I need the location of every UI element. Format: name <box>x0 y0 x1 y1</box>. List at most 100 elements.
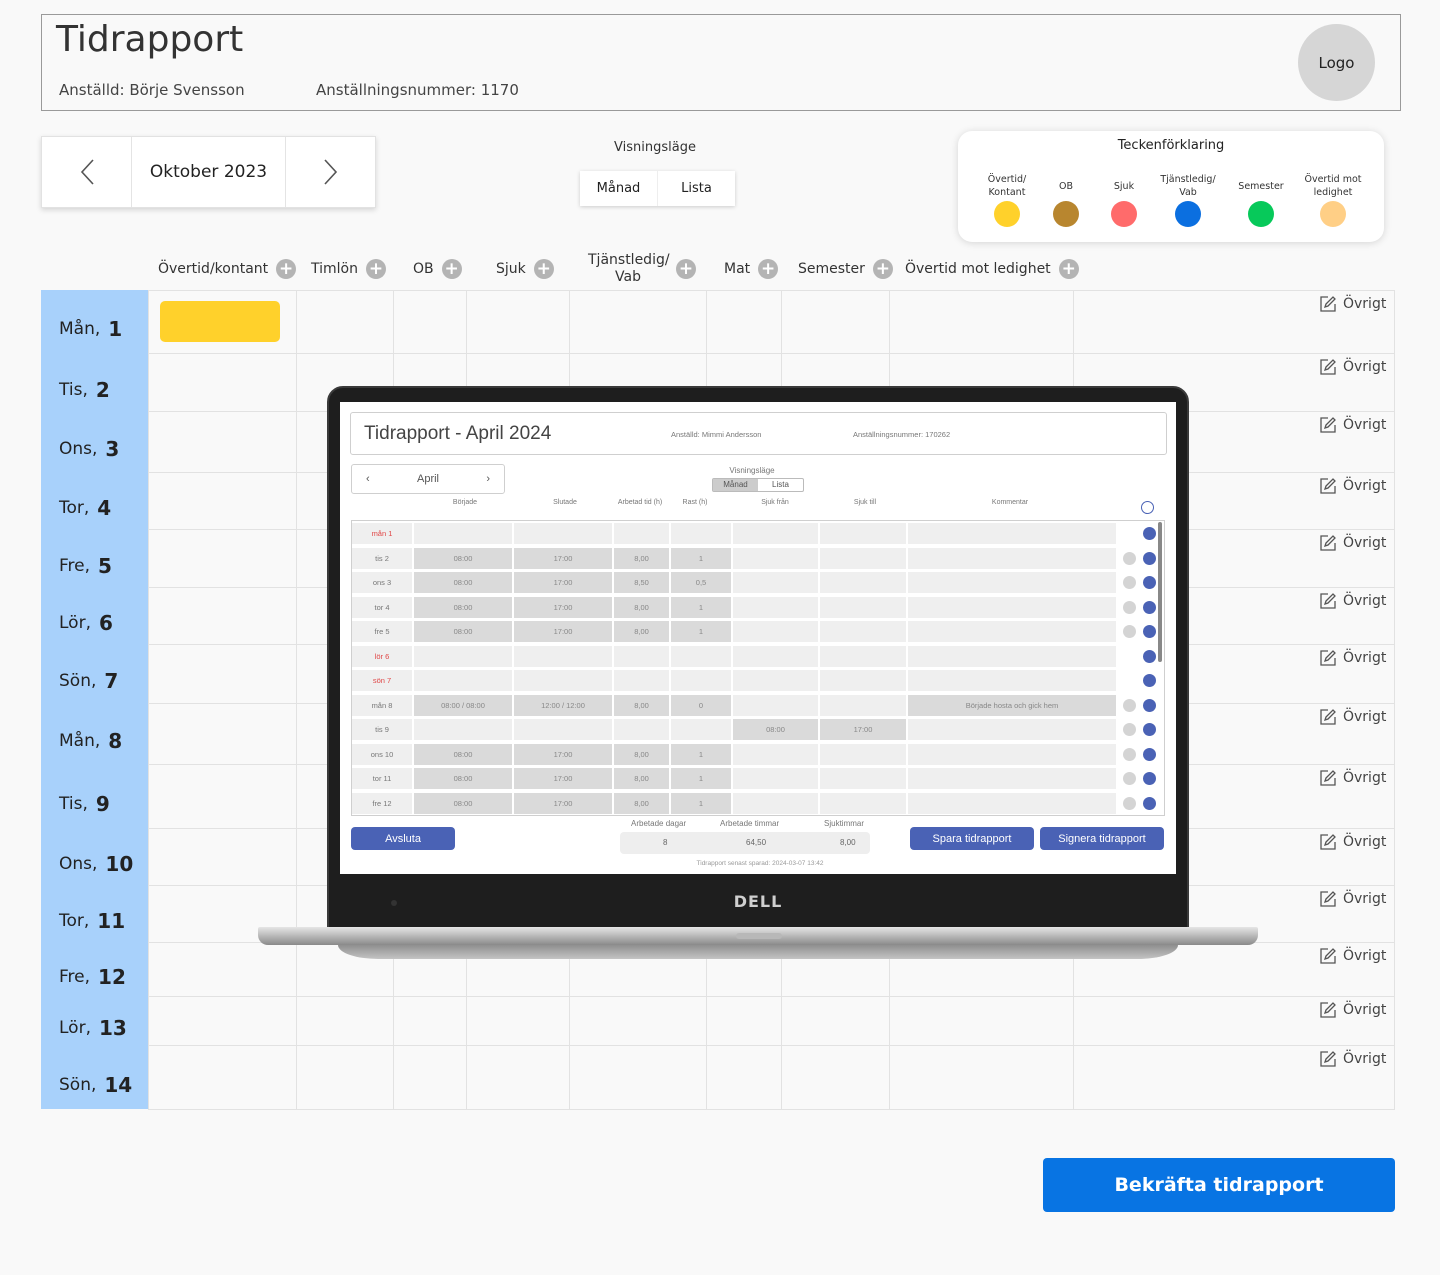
screen-exit-button: Avsluta <box>351 827 455 850</box>
screen-summary-value: 64,50 <box>746 838 767 847</box>
add-food-button[interactable]: + <box>758 259 779 279</box>
screen-table-header: Rast (h) <box>682 499 708 506</box>
screen-collapse-icon <box>1141 501 1154 514</box>
ovrigt-button[interactable]: Övrigt <box>1319 477 1386 495</box>
screen-employee-number: Anställningsnummer: 170262 <box>853 430 951 439</box>
weekday: Sön, <box>59 1074 97 1095</box>
screen-cell: 1 <box>671 621 731 642</box>
edit-icon <box>1320 650 1336 666</box>
screen-cell: 8,50 <box>614 572 669 593</box>
legend-label: Sjuk <box>1113 180 1135 192</box>
column-label: Övertid/kontant <box>158 260 269 277</box>
legend-item-vacation: Semester <box>1226 173 1296 227</box>
screen-table-header: Sjuk till <box>853 499 877 506</box>
screen-table-row: tis 2 08:00 17:00 8,00 1 <box>352 546 1164 571</box>
view-month-option[interactable]: Månad <box>580 171 657 206</box>
edit-icon <box>1320 359 1336 375</box>
legend-title: Teckenförklaring <box>1117 138 1225 153</box>
column-label: Timlön <box>311 260 358 277</box>
screen-cell: 1 <box>671 792 731 814</box>
screen-cell <box>671 670 731 691</box>
ovrigt-label: Övrigt <box>1343 296 1387 312</box>
grid-vline <box>1394 290 1395 1109</box>
ovrigt-button[interactable]: Övrigt <box>1319 416 1386 434</box>
add-leave-button[interactable]: + <box>676 259 696 279</box>
add-overtime-leave-button[interactable]: + <box>1058 259 1079 279</box>
weekday: Ons, <box>59 439 98 459</box>
screen-cell <box>820 792 906 814</box>
screen-cell <box>820 743 906 765</box>
ovrigt-button[interactable]: Övrigt <box>1319 649 1386 667</box>
screen-cell <box>908 572 1116 593</box>
day-number: 14 <box>104 1072 133 1097</box>
ovrigt-label: Övrigt <box>1343 650 1387 666</box>
edit-icon <box>1320 834 1336 850</box>
ovrigt-button[interactable]: Övrigt <box>1319 358 1386 376</box>
screen-cell <box>733 572 818 593</box>
screen-add-icon <box>1143 772 1156 785</box>
overtime-cash-entry[interactable] <box>160 301 280 342</box>
confirm-timereport-button[interactable]: Bekräfta tidrapport <box>1043 1158 1395 1212</box>
day-number: 5 <box>98 553 112 578</box>
ovrigt-button[interactable]: Övrigt <box>1319 708 1386 726</box>
day-label: Tor, 4 <box>59 482 111 534</box>
screen-table-header: Sjuk från <box>761 499 789 506</box>
ovrigt-label: Övrigt <box>1343 535 1387 551</box>
screen-cell <box>820 596 906 618</box>
employee-number: Anställningsnummer: 1170 <box>316 81 519 99</box>
add-vacation-button[interactable]: + <box>872 259 893 279</box>
legend-label: Semester <box>1238 180 1284 192</box>
ovrigt-button[interactable]: Övrigt <box>1319 833 1386 851</box>
day-label: Lör, 6 <box>59 597 113 649</box>
day-label: Sön, 7 <box>59 654 118 708</box>
screen-cell: 12:00 / 12:00 <box>514 694 612 716</box>
screen-cell <box>414 523 512 544</box>
legend-item-overtime-leave: Övertid mot ledighet <box>1298 173 1368 227</box>
view-list-option[interactable]: Lista <box>657 171 735 206</box>
screen-check-icon <box>1123 772 1136 785</box>
legend-dot <box>1175 201 1201 227</box>
screen-cell: 1 <box>671 547 731 569</box>
ovrigt-button[interactable]: Övrigt <box>1319 1001 1386 1019</box>
screen-cell: 17:00 <box>514 547 612 569</box>
screen-cell <box>820 523 906 544</box>
ovrigt-button[interactable]: Övrigt <box>1319 534 1386 552</box>
ovrigt-button[interactable]: Övrigt <box>1319 295 1386 313</box>
screen-add-icon <box>1143 723 1156 736</box>
screen-cell: 8,00 <box>614 694 669 716</box>
screen-add-icon <box>1143 674 1156 687</box>
laptop-brand-logo: DELL <box>733 892 783 911</box>
ovrigt-button[interactable]: Övrigt <box>1319 592 1386 610</box>
screen-cell <box>414 645 512 667</box>
screen-row-day: tor 4 <box>352 596 412 618</box>
ovrigt-button[interactable]: Övrigt <box>1319 947 1386 965</box>
add-hourly-button[interactable]: + <box>365 259 386 279</box>
day-label: Tis, 2 <box>59 363 110 416</box>
day-number: 12 <box>98 964 126 989</box>
screen-cell <box>908 719 1116 740</box>
add-overtime-cash-button[interactable]: + <box>276 259 297 279</box>
screen-cell <box>733 523 818 544</box>
laptop-notch <box>736 933 782 939</box>
laptop-base-bottom <box>338 945 1178 959</box>
ovrigt-button[interactable]: Övrigt <box>1319 1050 1386 1068</box>
legend-item-sick: Sjuk <box>1089 173 1159 227</box>
grid-vline <box>148 290 149 1109</box>
ovrigt-button[interactable]: Övrigt <box>1319 890 1386 908</box>
screen-check-icon <box>1123 600 1136 614</box>
screen-check-icon <box>1123 796 1136 810</box>
next-month-button[interactable] <box>286 137 375 207</box>
screen-cell: 8,00 <box>614 621 669 642</box>
ovrigt-button[interactable]: Övrigt <box>1319 769 1386 787</box>
screen-summary-label: Sjuktimmar <box>824 819 865 828</box>
day-label: Fre, 12 <box>59 952 126 1001</box>
screen-cell: 8,00 <box>614 596 669 618</box>
view-mode-toggle: Månad Lista <box>580 171 735 206</box>
screen-cell: 08:00 <box>414 768 512 789</box>
screen-row-day: tis 9 <box>352 719 412 740</box>
chevron-right-icon <box>323 159 337 185</box>
prev-month-button[interactable] <box>42 137 131 207</box>
screen-table-row: ons 3 08:00 17:00 8,50 0,5 <box>352 570 1164 595</box>
add-sick-button[interactable]: + <box>533 259 554 279</box>
add-ob-button[interactable]: + <box>441 259 462 279</box>
